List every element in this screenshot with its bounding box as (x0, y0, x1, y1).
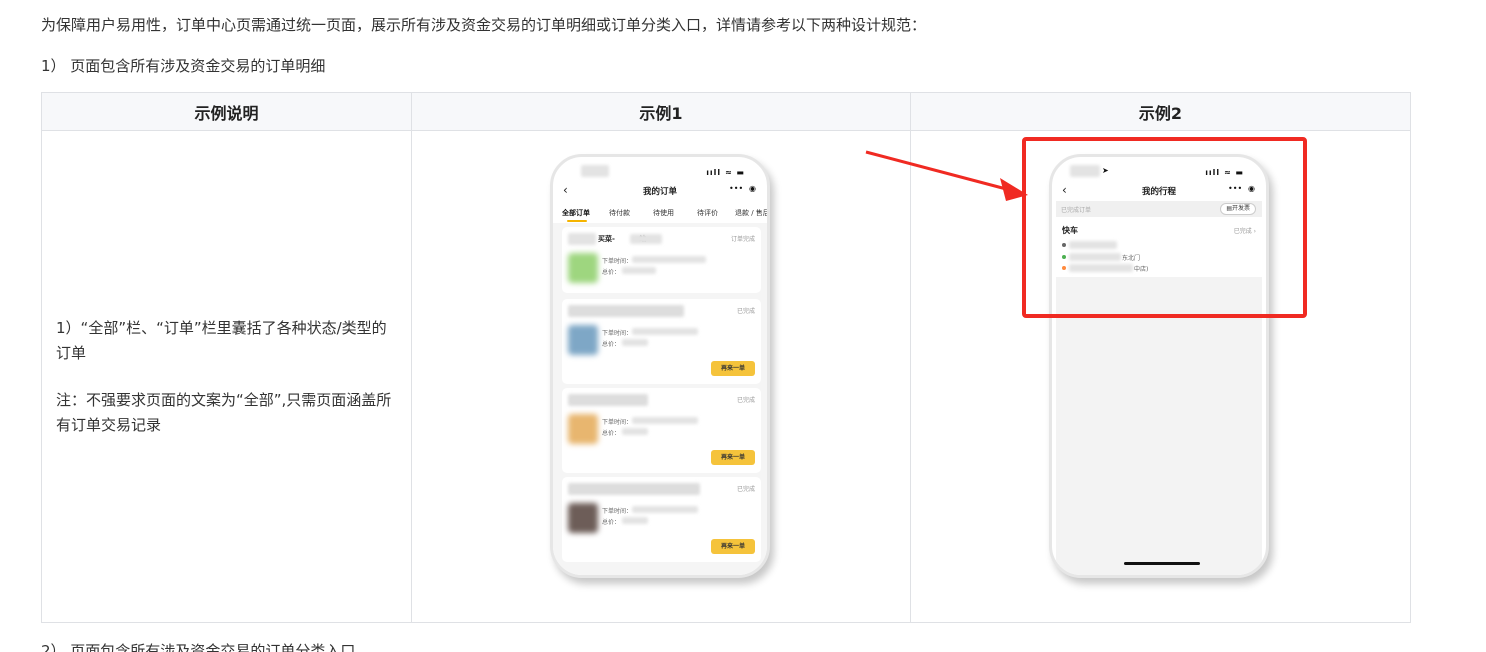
product-thumbnail (568, 253, 598, 283)
order-card: 已完成 下单时间： 总价： 再来一单 (562, 477, 761, 562)
order-time-label: 下单时间： (602, 419, 633, 426)
example-1-cell: ııll ≈ ▬ ‹ 我的订单 ••• ◉ 全部订单 待付款 待使用 待评价 退款… (411, 130, 911, 623)
order-card: 已完成 下单时间： 总价： 再来一单 (562, 388, 761, 473)
product-thumbnail (568, 414, 598, 444)
home-indicator (1124, 562, 1200, 565)
reorder-button[interactable]: 再来一单 (711, 361, 755, 376)
tab-review: 待评价 (697, 209, 718, 217)
highlight-box (1022, 137, 1307, 318)
section-1-heading: 1） 页面包含所有涉及资金交易的订单明细 (41, 57, 326, 75)
order-card: 已完成 下单时间： 总价： 再来一单 (562, 299, 761, 384)
order-time-label: 下单时间： (602, 330, 633, 337)
total-label: 总价： (602, 269, 621, 276)
description-note: 注：不强要求页面的文案为“全部”,只需页面涵盖所有订单交易记录 (56, 390, 392, 434)
header-example-1: 示例1 (411, 92, 911, 131)
reorder-button[interactable]: 再来一单 (711, 539, 755, 554)
header-description: 示例说明 (41, 92, 412, 131)
section-2-heading: 2） 页面包含所有涉及资金交易的订单分类入口 (41, 642, 356, 652)
total-label: 总价： (602, 519, 621, 526)
pointer-arrow-icon (865, 150, 1028, 201)
order-time-label: 下单时间： (602, 258, 633, 265)
status-icons: ııll ≈ ▬ (706, 168, 745, 177)
tab-all: 全部订单 (562, 209, 590, 217)
order-tabs: 全部订单 待付款 待使用 待评价 退款 / 售后 (553, 205, 770, 222)
order-status: 订单完成 (730, 236, 755, 243)
product-thumbnail (568, 325, 598, 355)
total-label: 总价： (602, 430, 621, 437)
product-thumbnail (568, 503, 598, 533)
reorder-button[interactable]: 再来一单 (711, 450, 755, 465)
active-tab-indicator (567, 220, 587, 222)
order-status: 已完成 (736, 397, 755, 404)
order-status: 已完成 (736, 486, 755, 493)
order-card: 买菜- 站 订单完成 下单时间： 总价： (562, 227, 761, 293)
header-example-2: 示例2 (910, 92, 1411, 131)
order-status: 已完成 (736, 308, 755, 315)
tab-unused: 待使用 (653, 209, 674, 217)
intro-text: 为保障用户易用性，订单中心页需通过统一页面，展示所有涉及资金交易的订单明细或订单… (41, 16, 927, 34)
order-time-label: 下单时间： (602, 508, 633, 515)
description-line-1: 1）“全部”栏、“订单”栏里囊括了各种状态/类型的订单 (56, 318, 387, 362)
tab-unpaid: 待付款 (609, 209, 630, 217)
description-cell: 1）“全部”栏、“订单”栏里囊括了各种状态/类型的订单 注：不强要求页面的文案为… (41, 130, 412, 623)
example-1-phone-mockup: ııll ≈ ▬ ‹ 我的订单 ••• ◉ 全部订单 待付款 待使用 待评价 退款… (550, 154, 770, 578)
total-label: 总价： (602, 341, 621, 348)
tab-refund: 退款 / 售后 (735, 209, 770, 217)
capsule-menu-icon: ••• ◉ (729, 184, 756, 193)
